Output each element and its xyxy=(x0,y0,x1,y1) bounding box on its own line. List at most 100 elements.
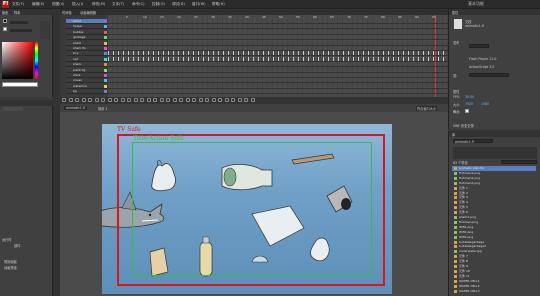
library-search-input[interactable] xyxy=(501,160,537,164)
menu-commands[interactable]: 命令(C) xyxy=(132,2,145,7)
toolbar-tool-icon[interactable] xyxy=(231,98,235,102)
frame-row[interactable] xyxy=(108,51,448,57)
layer-outline-color-icon[interactable] xyxy=(104,25,107,29)
frame-row[interactable] xyxy=(108,30,448,35)
menu-window[interactable]: 窗口(W) xyxy=(192,2,206,7)
class-input[interactable] xyxy=(469,73,509,77)
library-item[interactable]: 元件 9 xyxy=(452,264,536,269)
toolbar-tool-icon[interactable] xyxy=(81,98,86,102)
left-panel-item[interactable] xyxy=(3,107,23,111)
timeline-layer[interactable]: helper xyxy=(66,24,107,30)
library-item[interactable]: animatic plan.fla xyxy=(452,166,536,171)
library-item[interactable]: WATER CELL1 xyxy=(452,279,536,284)
layer-outline-color-icon[interactable] xyxy=(104,90,107,94)
toolbar-tool-icon[interactable] xyxy=(166,98,170,102)
zoom-dropdown[interactable]: 符合窗口大小 xyxy=(416,106,438,111)
layer-outline-color-icon[interactable] xyxy=(104,47,107,50)
library-item[interactable]: WATER CELL2 xyxy=(452,284,536,289)
tab-properties[interactable]: 属性 xyxy=(452,10,458,15)
timeline-layer[interactable]: shark fin xyxy=(66,46,107,51)
tab-timeline[interactable]: 时间轴 xyxy=(62,10,72,15)
library-item[interactable]: Wifi2.png xyxy=(452,230,536,235)
tab-color[interactable]: 颜色 xyxy=(2,10,8,15)
layer-outline-color-icon[interactable] xyxy=(104,74,107,77)
toolbar-tool-icon[interactable] xyxy=(211,98,216,102)
library-item[interactable]: bubble&garbage2 xyxy=(452,244,536,249)
frame-row[interactable] xyxy=(108,19,448,24)
library-item[interactable]: Fishmen2.png xyxy=(452,176,536,181)
library-item[interactable]: 元件 6 xyxy=(452,210,536,215)
timeline-layer[interactable]: bg xyxy=(66,89,107,95)
library-item[interactable]: bubble&garbage xyxy=(452,240,536,245)
library-item[interactable]: Wifi1.png xyxy=(452,225,536,230)
toolbar-tool-icon[interactable] xyxy=(179,98,183,102)
frame-row[interactable] xyxy=(108,73,448,78)
color-picker-field[interactable] xyxy=(2,42,33,79)
timeline-layer[interactable]: ocean xyxy=(66,78,107,84)
toolbar-tool-icon[interactable] xyxy=(192,98,196,102)
rgb-fields[interactable] xyxy=(40,21,50,39)
tab-motion-editor[interactable]: 动画编辑器 xyxy=(80,10,96,15)
library-item[interactable]: shark2.png xyxy=(452,215,536,220)
color-type-dropdown[interactable] xyxy=(10,21,28,24)
timeline-layer[interactable]: shark xyxy=(66,62,107,68)
library-item[interactable]: 元件 1 xyxy=(452,186,536,191)
layer-outline-color-icon[interactable] xyxy=(104,68,107,72)
frame-row[interactable] xyxy=(108,24,448,30)
frame-row[interactable] xyxy=(108,35,448,41)
timeline-layer[interactable]: stars xyxy=(66,73,107,78)
toolbar-tool-icon[interactable] xyxy=(133,98,138,102)
tab-library[interactable]: 库 xyxy=(452,132,455,137)
motion-presets-link[interactable]: 动画预设 xyxy=(4,265,17,270)
toolbar-tool-icon[interactable] xyxy=(159,98,164,102)
workspace-switcher[interactable]: 基本功能 xyxy=(468,1,484,7)
frame-row[interactable] xyxy=(108,78,448,84)
toolbar-tool-icon[interactable] xyxy=(146,98,151,102)
frame-row[interactable] xyxy=(108,84,448,89)
menu-control[interactable]: 控制(O) xyxy=(152,2,165,7)
toolbar-tool-icon[interactable] xyxy=(62,98,66,102)
toolbar-tool-icon[interactable] xyxy=(250,98,255,102)
layer-outline-color-icon[interactable] xyxy=(104,57,107,61)
script-value[interactable]: ActionScript 3.0 xyxy=(469,65,494,69)
fps-value[interactable]: 30.00 xyxy=(465,95,474,99)
toolbar-tool-icon[interactable] xyxy=(172,98,177,102)
stage-color-swatch[interactable] xyxy=(465,109,469,113)
toolbar-tool-icon[interactable] xyxy=(224,98,229,102)
toolbar-tool-icon[interactable] xyxy=(140,98,144,102)
frame-row[interactable] xyxy=(108,68,448,73)
toolbar-tool-icon[interactable] xyxy=(205,98,209,102)
timeline-layer[interactable]: bubble xyxy=(66,30,107,35)
tab-swatches[interactable]: 样本 xyxy=(14,10,20,15)
library-item[interactable]: 元件 10 xyxy=(452,269,536,274)
library-item[interactable]: Fishmen1.png xyxy=(452,171,536,176)
color-hex-field[interactable] xyxy=(10,29,32,32)
fill-color-swatch[interactable] xyxy=(3,27,7,31)
toolbar-tool-icon[interactable] xyxy=(101,98,105,102)
toolbar-tool-icon[interactable] xyxy=(218,98,222,102)
toolbar-tool-icon[interactable] xyxy=(75,98,79,102)
menu-file[interactable]: 文件(F) xyxy=(12,2,24,7)
library-item[interactable]: Fishmen3.png xyxy=(452,181,536,186)
player-value[interactable]: Flash Player 11.0 xyxy=(469,57,496,61)
toolbar-tool-icon[interactable] xyxy=(127,98,131,102)
menu-view[interactable]: 视图(V) xyxy=(52,2,64,7)
frame-row[interactable] xyxy=(108,89,448,95)
timeline-layer[interactable]: shark xyxy=(66,41,107,46)
toolbar-tool-icon[interactable] xyxy=(153,98,157,102)
layer-outline-color-icon[interactable] xyxy=(104,84,107,88)
frame-row[interactable] xyxy=(108,41,448,46)
layer-outline-color-icon[interactable] xyxy=(104,41,107,45)
timeline-layer[interactable]: waterline xyxy=(66,84,107,89)
timeline-layer[interactable]: plant bg xyxy=(66,68,107,73)
timeline-layer[interactable]: Artist xyxy=(66,19,107,24)
layer-outline-color-icon[interactable] xyxy=(104,63,107,67)
timeline-layer[interactable]: garbage xyxy=(66,35,107,41)
menu-modify[interactable]: 修改(M) xyxy=(92,2,105,7)
library-item[interactable]: 元件 11 xyxy=(452,274,536,279)
size-width[interactable]: 1920 xyxy=(465,102,473,106)
library-file-dropdown[interactable]: animatic1.fl xyxy=(453,139,493,144)
toolbar-tool-icon[interactable] xyxy=(185,98,190,102)
scene-panel-link[interactable]: 场景面板 xyxy=(4,259,17,264)
layer-outline-color-icon[interactable] xyxy=(104,20,107,23)
